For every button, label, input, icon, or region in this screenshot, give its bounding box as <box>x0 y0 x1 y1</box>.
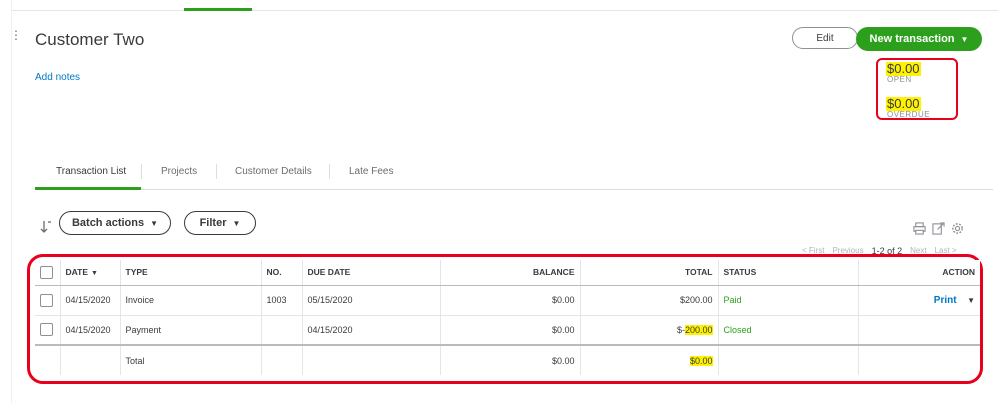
print-link[interactable]: Print <box>934 295 957 306</box>
cell-type: Invoice <box>120 285 262 316</box>
tab-late-fees[interactable]: Late Fees <box>349 166 393 177</box>
col-date[interactable]: DATE ▼ <box>60 260 121 286</box>
empty-cell <box>858 344 980 375</box>
cell-total: $200.00 <box>580 285 719 316</box>
filter-button[interactable]: Filter ▼ <box>184 211 256 235</box>
page-title: Customer Two <box>35 30 145 49</box>
select-all-checkbox[interactable] <box>40 265 53 279</box>
overdue-label: OVERDUE <box>887 110 931 119</box>
tab-projects[interactable]: Projects <box>161 166 197 177</box>
total-balance: $0.00 <box>440 344 581 375</box>
tab-customer-details[interactable]: Customer Details <box>235 166 312 177</box>
new-transaction-button[interactable]: New transaction ▼ <box>856 27 982 51</box>
col-total[interactable]: TOTAL <box>580 260 719 286</box>
tab-transaction-list[interactable]: Transaction List <box>56 166 126 177</box>
table-total-row: Total $0.00 $0.00 <box>35 344 980 375</box>
cell-action <box>858 315 980 346</box>
col-balance[interactable]: BALANCE <box>440 260 581 286</box>
cell-balance: $0.00 <box>440 285 581 316</box>
select-all-cell <box>35 260 61 286</box>
cell-date: 04/15/2020 <box>60 285 121 316</box>
row-checkbox[interactable] <box>40 293 53 307</box>
sort-arrow-icon[interactable] <box>40 220 52 234</box>
row-checkbox[interactable] <box>40 323 53 337</box>
cell-status: Closed <box>718 315 859 346</box>
col-due-date[interactable]: DUE DATE <box>302 260 441 286</box>
col-status[interactable]: STATUS <box>718 260 859 286</box>
row-select-cell <box>35 285 61 316</box>
table-row[interactable]: 04/15/2020 Invoice 1003 05/15/2020 $0.00… <box>35 285 980 316</box>
tab-separator <box>216 164 217 179</box>
customer-tabs: Transaction List Projects Customer Detai… <box>35 158 993 190</box>
cell-due-date: 05/15/2020 <box>302 285 441 316</box>
empty-cell <box>60 344 121 375</box>
col-action: ACTION <box>858 260 980 286</box>
cell-type: Payment <box>120 315 262 346</box>
cell-action: Print ▼ <box>858 285 980 316</box>
new-transaction-label: New transaction <box>869 33 955 45</box>
tab-separator <box>329 164 330 179</box>
sort-down-icon: ▼ <box>91 270 98 278</box>
top-divider <box>12 10 998 11</box>
row-select-cell <box>35 315 61 346</box>
filter-label: Filter <box>199 217 227 229</box>
batch-actions-label: Batch actions <box>71 217 145 229</box>
cell-total: $-200.00 <box>580 315 719 346</box>
top-active-indicator <box>184 8 252 11</box>
total-prefix: $- <box>676 324 685 335</box>
open-amount: $0.00 <box>886 61 921 76</box>
chevron-down-icon: ▼ <box>232 218 241 228</box>
batch-actions-button[interactable]: Batch actions ▼ <box>59 211 171 235</box>
total-amount: $0.00 <box>580 344 719 375</box>
total-label: Total <box>120 344 262 375</box>
empty-cell <box>302 344 441 375</box>
table-row[interactable]: 04/15/2020 Payment 04/15/2020 $0.00 $-20… <box>35 315 980 346</box>
empty-cell <box>718 344 859 375</box>
col-date-label: DATE <box>65 267 89 278</box>
overdue-amount: $0.00 <box>886 96 921 111</box>
cell-no: 1003 <box>261 285 303 316</box>
cell-no <box>261 315 303 346</box>
cell-status: Paid <box>718 285 859 316</box>
settings-gear-icon[interactable] <box>951 222 964 235</box>
cell-balance: $0.00 <box>440 315 581 346</box>
total-highlight: 200.00 <box>684 324 713 335</box>
cell-date: 04/15/2020 <box>60 315 121 346</box>
empty-cell <box>261 344 303 375</box>
active-tab-underline <box>35 187 141 190</box>
export-icon[interactable] <box>932 222 945 235</box>
open-label: OPEN <box>887 75 912 84</box>
add-notes-link[interactable]: Add notes <box>35 72 80 83</box>
chevron-down-icon: ▼ <box>960 34 969 44</box>
chevron-down-icon: ▼ <box>150 218 159 228</box>
table-header-row: DATE ▼ TYPE NO. DUE DATE BALANCE TOTAL ST… <box>35 260 980 286</box>
edit-button[interactable]: Edit <box>792 27 858 49</box>
empty-cell <box>35 344 61 375</box>
left-nav-strip <box>0 0 12 403</box>
col-no[interactable]: NO. <box>261 260 303 286</box>
print-icon[interactable] <box>913 222 926 235</box>
tab-separator <box>141 164 142 179</box>
chevron-down-icon[interactable]: ▼ <box>967 296 975 305</box>
nav-menu-icon[interactable]: ⋮ <box>10 29 22 41</box>
table-tools <box>913 222 964 235</box>
col-type[interactable]: TYPE <box>120 260 262 286</box>
total-amount-value: $0.00 <box>689 355 713 366</box>
transaction-table: DATE ▼ TYPE NO. DUE DATE BALANCE TOTAL ST… <box>35 260 980 375</box>
cell-due-date: 04/15/2020 <box>302 315 441 346</box>
